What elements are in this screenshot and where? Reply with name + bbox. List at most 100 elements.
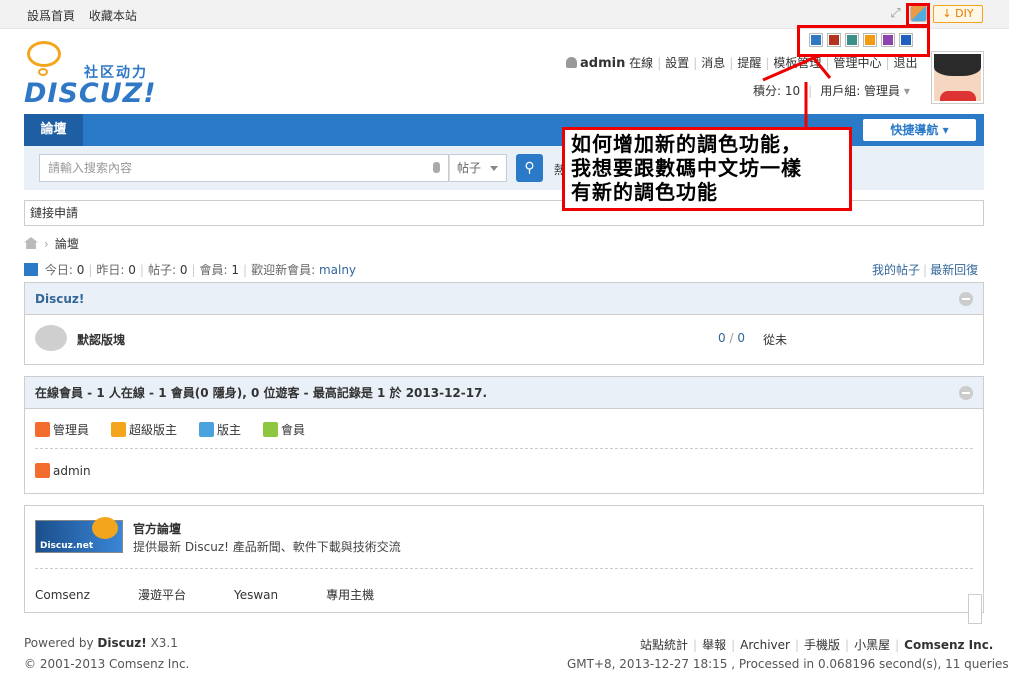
footer-link-stats[interactable]: 站點統計 xyxy=(640,638,688,652)
collapse-icon[interactable] xyxy=(959,292,973,306)
forum-row: 默認版塊 0 / 0 從未 xyxy=(25,315,983,365)
set-homepage-link[interactable]: 設爲首頁 xyxy=(27,9,75,23)
usergroup-link[interactable]: 用戶組: 管理員 xyxy=(820,84,900,98)
annotation-palette-highlight xyxy=(797,25,930,57)
logo-wordmark: DISCUZ! xyxy=(24,78,157,109)
latest-reply-link[interactable]: 最新回復 xyxy=(930,263,978,277)
online-header: 在線會員 - 1 人在線 - 1 會員(0 隱身), 0 位遊客 - 最高記錄是… xyxy=(25,377,983,409)
collapse-icon[interactable] xyxy=(959,386,973,400)
footer-link-report[interactable]: 舉報 xyxy=(702,638,726,652)
menu-admin-center[interactable]: 管理中心 xyxy=(833,56,881,70)
link-apply[interactable]: 鏈接申請 xyxy=(30,206,78,220)
divider xyxy=(35,448,973,449)
yesterday-label: 昨日: xyxy=(96,263,125,277)
chevron-down-icon xyxy=(490,166,498,171)
footer-links: 站點統計 | 舉報 | Archiver | 手機版 | 小黑屋 | Comsenz Inc. xyxy=(640,638,994,652)
footer-powered: Powered by Discuz! X3.1 xyxy=(24,636,178,650)
annotation-note: 如何增加新的調色功能， 我想要跟數碼中文坊一樣 有新的調色功能 xyxy=(562,127,852,211)
menu-settings[interactable]: 設置 xyxy=(665,56,689,70)
online-members-box: 在線會員 - 1 人在線 - 1 會員(0 隱身), 0 位遊客 - 最高記錄是… xyxy=(24,376,984,494)
footer-link-mobile[interactable]: 手機版 xyxy=(804,638,840,652)
footer-link-archiver[interactable]: Archiver xyxy=(740,638,790,652)
category-header: Discuz! xyxy=(25,283,983,315)
legend-admin: 管理員 xyxy=(35,422,89,437)
search-input[interactable]: 請輸入搜索內容 xyxy=(39,154,449,182)
user-icon xyxy=(566,57,577,68)
online-user-name: admin xyxy=(53,464,91,478)
menu-messages[interactable]: 消息 xyxy=(701,56,725,70)
stat-links: 我的帖子 | 最新回復 xyxy=(872,263,979,277)
diy-button[interactable]: ↓ DIY xyxy=(933,5,983,23)
version: X3.1 xyxy=(150,636,178,650)
link-yeswan[interactable]: Yeswan xyxy=(234,588,278,602)
logo-bubble xyxy=(27,41,61,67)
footer-copyright: © 2001-2013 Comsenz Inc. xyxy=(24,657,190,671)
my-posts-link[interactable]: 我的帖子 xyxy=(872,263,920,277)
online-status[interactable]: 在線 xyxy=(629,56,653,70)
footer-info: GMT+8, 2013-12-27 18:15 , Processed in 0… xyxy=(567,657,1009,671)
footer-company-link[interactable]: Comsenz Inc. xyxy=(904,638,993,652)
friend-links-box: Discuz.net 官方論壇 提供最新 Discuz! 產品新聞、軟件下載與技… xyxy=(24,505,984,613)
official-title[interactable]: 官方論壇 xyxy=(133,520,181,537)
scroll-top-button[interactable] xyxy=(968,594,982,624)
thread-count: 0 xyxy=(718,331,726,345)
yesterday-count: 0 xyxy=(128,263,136,277)
category-title[interactable]: Discuz! xyxy=(35,292,84,306)
moderator-icon xyxy=(199,422,215,437)
divider xyxy=(35,568,973,569)
top-links: 設爲首頁 收藏本站 xyxy=(27,7,147,24)
forum-category: Discuz! 默認版塊 0 / 0 從未 xyxy=(24,282,984,365)
logo-text: Discuz.net xyxy=(40,541,94,551)
online-title[interactable]: 在線會員 - 1 人在線 - 1 會員(0 隱身), 0 位遊客 - 最高記錄是… xyxy=(35,386,487,400)
member-icon xyxy=(263,422,279,437)
avatar[interactable] xyxy=(931,51,984,104)
forum-name-link[interactable]: 默認版塊 xyxy=(77,331,125,348)
link-comsenz[interactable]: Comsenz xyxy=(35,588,90,602)
site-logo[interactable]: 社区动力 DISCUZ! xyxy=(24,40,159,109)
welcome-label: 歡迎新會員: xyxy=(251,263,316,277)
official-desc: 提供最新 Discuz! 產品新聞、軟件下載與技術交流 xyxy=(133,540,401,554)
posts-label: 帖子: xyxy=(147,263,176,277)
home-icon[interactable] xyxy=(24,237,38,249)
search-button[interactable]: ⚲ xyxy=(516,154,543,182)
breadcrumb-separator: › xyxy=(44,237,49,251)
fullscreen-icon[interactable]: ⤢ xyxy=(888,6,903,21)
online-user[interactable]: admin xyxy=(35,463,91,478)
menu-logout[interactable]: 退出 xyxy=(894,56,918,70)
username-link[interactable]: admin xyxy=(580,56,625,71)
annotation-line-3: 有新的調色功能 xyxy=(571,180,718,204)
search-type-value: 帖子 xyxy=(457,161,482,175)
search-icon: ⚲ xyxy=(524,160,535,176)
annotation-icon-highlight xyxy=(906,3,930,27)
text-links: Comsenz 漫遊平台 Yeswan 專用主機 xyxy=(35,586,422,603)
usergroup-legend: 管理員 超級版主 版主 會員 xyxy=(35,421,327,438)
annotation-line-2: 我想要跟數碼中文坊一樣 xyxy=(571,156,802,180)
bookmark-link[interactable]: 收藏本站 xyxy=(89,9,137,23)
menu-template-admin[interactable]: 模板管理 xyxy=(773,56,821,70)
stats-chart-icon xyxy=(24,263,38,276)
discuz-net-logo[interactable]: Discuz.net xyxy=(35,517,123,553)
admin-user-icon xyxy=(35,422,50,437)
new-member-link[interactable]: malny xyxy=(319,263,356,277)
breadcrumb-current[interactable]: 論壇 xyxy=(55,237,79,251)
footer-link-blackroom[interactable]: 小黑屋 xyxy=(854,638,890,652)
quick-nav-button[interactable]: 快捷導航 ▾ xyxy=(863,119,976,141)
logo-bubble-small xyxy=(38,68,48,76)
annotation-line-1: 如何增加新的調色功能， xyxy=(571,132,802,156)
breadcrumb: › 論壇 xyxy=(24,235,79,252)
forum-bubble-icon xyxy=(35,325,67,351)
product-link[interactable]: Discuz! xyxy=(97,636,146,650)
search-type-select[interactable]: 帖子 xyxy=(449,154,507,182)
link-manyou[interactable]: 漫遊平台 xyxy=(138,588,186,602)
admin-user-icon xyxy=(35,463,50,478)
members-label: 會員: xyxy=(199,263,228,277)
link-hosting[interactable]: 專用主機 xyxy=(326,588,374,602)
credits-link[interactable]: 積分: 10 xyxy=(753,84,800,98)
tab-forum[interactable]: 論壇 xyxy=(24,114,83,146)
today-count: 0 xyxy=(76,263,85,277)
menu-notifications[interactable]: 提醒 xyxy=(737,56,761,70)
forum-counts: 0 / 0 xyxy=(718,331,745,345)
members-count: 1 xyxy=(231,263,240,277)
microphone-icon[interactable] xyxy=(433,162,440,173)
diy-label: DIY xyxy=(955,7,974,20)
